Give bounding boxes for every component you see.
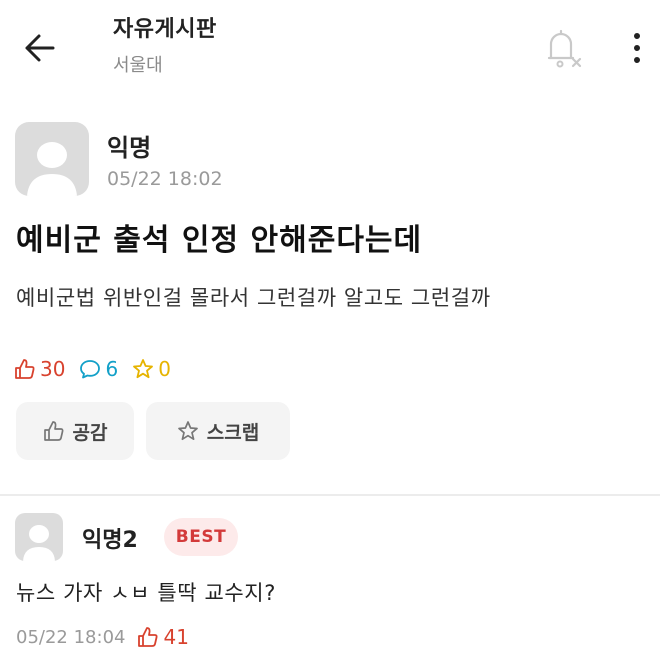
comment-text: 뉴스 가자 ㅅㅂ 틀딱 교수지?: [16, 581, 276, 605]
comment-avatar[interactable]: [15, 513, 63, 561]
like-count: 30: [14, 357, 65, 381]
post-detail-screen: 자유게시판 서울대 익명 05/22 18:02 예비군 출석 인정 안해준다는…: [0, 0, 660, 663]
star-icon: [177, 421, 198, 441]
scrap-button-label: 스크랩: [206, 421, 260, 444]
app-header: 자유게시판 서울대: [0, 0, 660, 96]
comment-meta: 05/22 18:04 41: [16, 622, 189, 652]
bell-off-icon: [547, 29, 582, 68]
section-divider: [0, 494, 660, 496]
more-vertical-icon: [634, 33, 640, 63]
comment-author: 익명2: [82, 528, 138, 553]
board-subtitle: 서울대: [113, 55, 163, 76]
comment-count-value: 6: [105, 357, 119, 381]
back-button[interactable]: [18, 26, 62, 70]
best-badge: BEST: [164, 518, 238, 556]
board-title: 자유게시판: [113, 17, 217, 42]
default-avatar-icon: [27, 142, 77, 196]
comment-like-count-value: 41: [163, 625, 189, 649]
post-stats: 30 6 0: [14, 352, 185, 386]
scrap-count: 0: [132, 357, 171, 381]
like-count-value: 30: [40, 357, 66, 381]
header-titles: 자유게시판 서울대: [113, 14, 217, 80]
scrap-count-value: 0: [158, 357, 171, 381]
empathy-button-label: 공감: [72, 421, 108, 444]
avatar[interactable]: [15, 122, 89, 196]
post-body: 예비군법 위반인걸 몰라서 그런걸까 알고도 그런걸까: [16, 286, 491, 310]
post-timestamp: 05/22 18:02: [107, 168, 223, 190]
scrap-button[interactable]: 스크랩: [146, 402, 290, 460]
comment-like-count[interactable]: 41: [137, 625, 189, 649]
comment-bubble-icon: [80, 360, 101, 379]
comment-count: 6: [79, 357, 118, 381]
back-arrow-icon: [25, 34, 55, 62]
comment-timestamp: 05/22 18:04: [16, 626, 126, 648]
default-avatar-icon: [23, 525, 55, 561]
post-author-block: 익명 05/22 18:02: [15, 122, 655, 202]
thumbs-up-icon: [138, 627, 158, 647]
post-title: 예비군 출석 인정 안해준다는데: [16, 223, 423, 258]
thumbs-up-icon: [43, 421, 63, 441]
star-icon: [133, 359, 154, 379]
notification-button[interactable]: [538, 24, 588, 72]
more-options-button[interactable]: [622, 26, 652, 70]
thumbs-up-icon: [15, 359, 35, 379]
empathy-button[interactable]: 공감: [16, 402, 134, 460]
author-name: 익명: [107, 134, 152, 162]
